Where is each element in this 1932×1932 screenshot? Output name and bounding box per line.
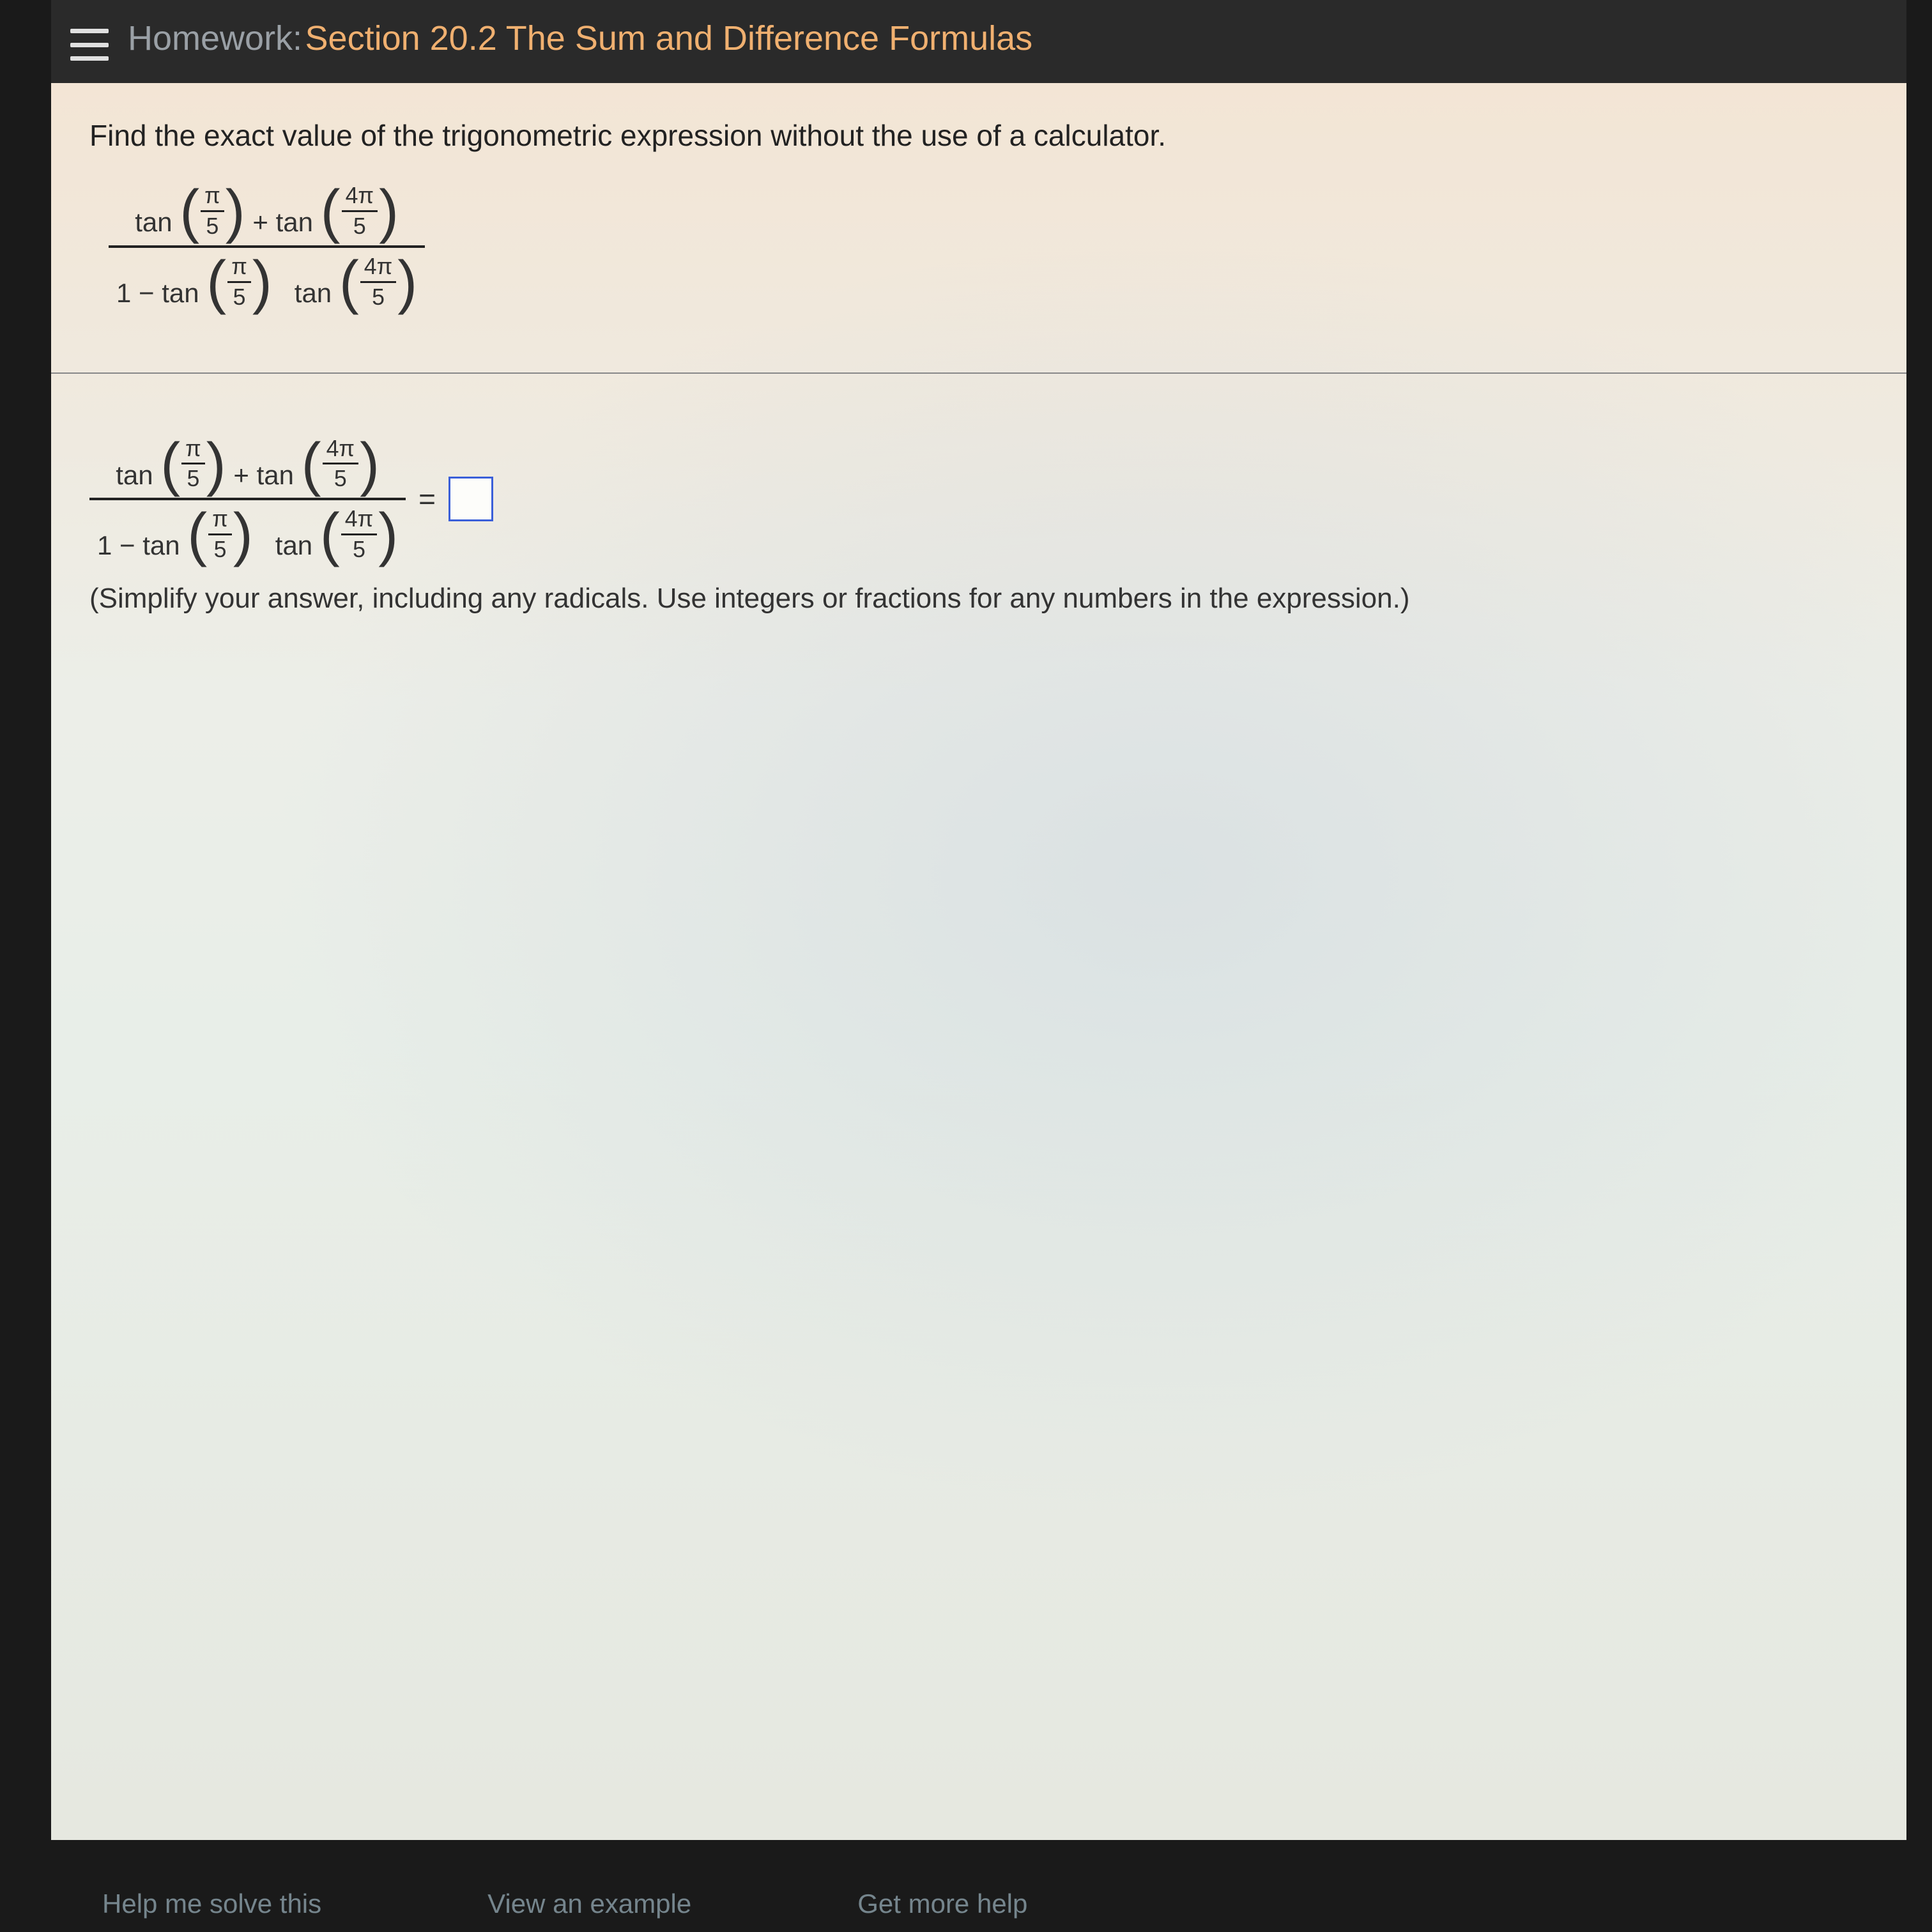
tan-text: tan	[135, 207, 172, 237]
homework-title: Section 20.2 The Sum and Difference Form…	[305, 19, 1033, 57]
header-title-wrap: Homework: Section 20.2 The Sum and Diffe…	[128, 16, 1887, 61]
answer-input[interactable]	[448, 477, 493, 521]
question-instruction: Find the exact value of the trigonometri…	[89, 118, 1868, 153]
one-minus-text: 1 −	[116, 278, 162, 308]
menu-icon[interactable]	[70, 29, 109, 61]
app-header: Homework: Section 20.2 The Sum and Diffe…	[51, 0, 1906, 83]
footer-links: Help me solve this View an example Get m…	[102, 1889, 1868, 1919]
homework-label: Homework:	[128, 19, 302, 57]
plus-text: +	[252, 207, 275, 237]
tan-text: tan	[295, 278, 332, 308]
section-divider	[51, 372, 1906, 374]
question-panel: Find the exact value of the trigonometri…	[51, 83, 1906, 1840]
tan-text: tan	[276, 207, 313, 237]
more-help-link[interactable]: Get more help	[857, 1889, 1027, 1919]
help-link[interactable]: Help me solve this	[102, 1889, 321, 1919]
equals-sign: =	[418, 482, 436, 517]
answer-expression-row: tan π5 + tan 4π5 1 − tan π5 tan 4π5 =	[89, 431, 1868, 567]
given-expression: tan π5 + tan 4π5 1 − tan π5 tan 4π5	[109, 178, 1868, 314]
tan-text: tan	[162, 278, 199, 308]
example-link[interactable]: View an example	[487, 1889, 691, 1919]
answer-hint: (Simplify your answer, including any rad…	[89, 583, 1868, 615]
